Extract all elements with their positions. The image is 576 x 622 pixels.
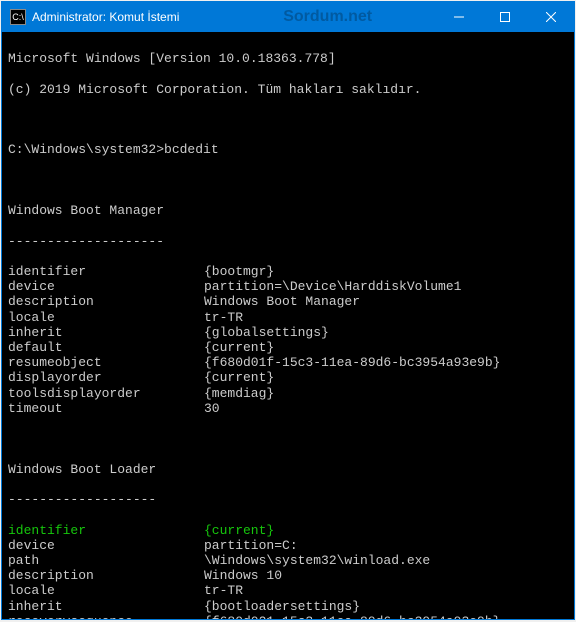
config-value: {current} — [204, 523, 274, 538]
config-row: resumeobject{f680d01f-15c3-11ea-89d6-bc3… — [8, 355, 568, 370]
config-key: path — [8, 553, 204, 568]
config-key: resumeobject — [8, 355, 204, 370]
cmd-icon: C:\ — [10, 9, 26, 25]
config-key: displayorder — [8, 370, 204, 385]
maximize-icon — [500, 12, 510, 22]
config-key: description — [8, 294, 204, 309]
config-row: descriptionWindows 10 — [8, 568, 568, 583]
section-separator: -------------------- — [8, 234, 568, 249]
prompt-path: C:\Windows\system32> — [8, 142, 164, 157]
config-row: recoverysequence{f680d021-15c3-11ea-89d6… — [8, 614, 568, 619]
window-title: Administrator: Komut İstemi — [32, 10, 179, 24]
config-key: toolsdisplayorder — [8, 386, 204, 401]
blank-line — [8, 173, 568, 188]
config-row: inherit{bootloadersettings} — [8, 599, 568, 614]
config-row: devicepartition=\Device\HarddiskVolume1 — [8, 279, 568, 294]
command-prompt-window: C:\ Administrator: Komut İstemi Sordum.n… — [1, 1, 575, 620]
titlebar[interactable]: C:\ Administrator: Komut İstemi Sordum.n… — [2, 2, 574, 32]
close-icon — [546, 12, 556, 22]
config-value: {bootmgr} — [204, 264, 274, 279]
console-output[interactable]: Microsoft Windows [Version 10.0.18363.77… — [2, 32, 574, 619]
config-row: inherit{globalsettings} — [8, 325, 568, 340]
config-value: tr-TR — [204, 310, 243, 325]
maximize-button[interactable] — [482, 2, 528, 32]
config-row: default{current} — [8, 340, 568, 355]
copyright-line: (c) 2019 Microsoft Corporation. Tüm hakl… — [8, 82, 568, 97]
config-row: timeout30 — [8, 401, 568, 416]
prompt-line: C:\Windows\system32>bcdedit — [8, 142, 568, 157]
config-key: inherit — [8, 599, 204, 614]
config-row: path\Windows\system32\winload.exe — [8, 553, 568, 568]
config-key: description — [8, 568, 204, 583]
config-value: tr-TR — [204, 583, 243, 598]
section-separator: ------------------- — [8, 492, 568, 507]
config-value: {memdiag} — [204, 386, 274, 401]
minimize-button[interactable] — [436, 2, 482, 32]
close-button[interactable] — [528, 2, 574, 32]
config-row: localetr-TR — [8, 310, 568, 325]
config-value: {bootloadersettings} — [204, 599, 360, 614]
config-key: device — [8, 279, 204, 294]
config-key: identifier — [8, 264, 204, 279]
config-value: 30 — [204, 401, 220, 416]
config-value: {globalsettings} — [204, 325, 329, 340]
version-line: Microsoft Windows [Version 10.0.18363.77… — [8, 51, 568, 66]
config-key: locale — [8, 583, 204, 598]
config-key: timeout — [8, 401, 204, 416]
config-row: identifier{bootmgr} — [8, 264, 568, 279]
config-key: locale — [8, 310, 204, 325]
section-title: Windows Boot Loader — [8, 462, 568, 477]
config-value: {current} — [204, 340, 274, 355]
config-value: \Windows\system32\winload.exe — [204, 553, 430, 568]
config-row: descriptionWindows Boot Manager — [8, 294, 568, 309]
config-row: devicepartition=C: — [8, 538, 568, 553]
config-key: identifier — [8, 523, 204, 538]
config-value: partition=C: — [204, 538, 298, 553]
blank-line — [8, 112, 568, 127]
config-key: device — [8, 538, 204, 553]
config-row: identifier{current} — [8, 523, 568, 538]
window-controls — [436, 2, 574, 32]
config-row: localetr-TR — [8, 583, 568, 598]
config-value: partition=\Device\HarddiskVolume1 — [204, 279, 461, 294]
config-value: Windows Boot Manager — [204, 294, 360, 309]
config-row: displayorder{current} — [8, 370, 568, 385]
watermark: Sordum.net — [179, 8, 436, 26]
blank-line — [8, 431, 568, 446]
config-value: {current} — [204, 370, 274, 385]
config-row: toolsdisplayorder{memdiag} — [8, 386, 568, 401]
minimize-icon — [454, 12, 464, 22]
config-key: recoverysequence — [8, 614, 204, 619]
config-key: inherit — [8, 325, 204, 340]
config-value: Windows 10 — [204, 568, 282, 583]
config-key: default — [8, 340, 204, 355]
config-value: {f680d01f-15c3-11ea-89d6-bc3954a93e9b} — [204, 355, 500, 370]
config-value: {f680d021-15c3-11ea-89d6-bc3954a93e9b} — [204, 614, 500, 619]
command-text: bcdedit — [164, 142, 219, 157]
section-title: Windows Boot Manager — [8, 203, 568, 218]
